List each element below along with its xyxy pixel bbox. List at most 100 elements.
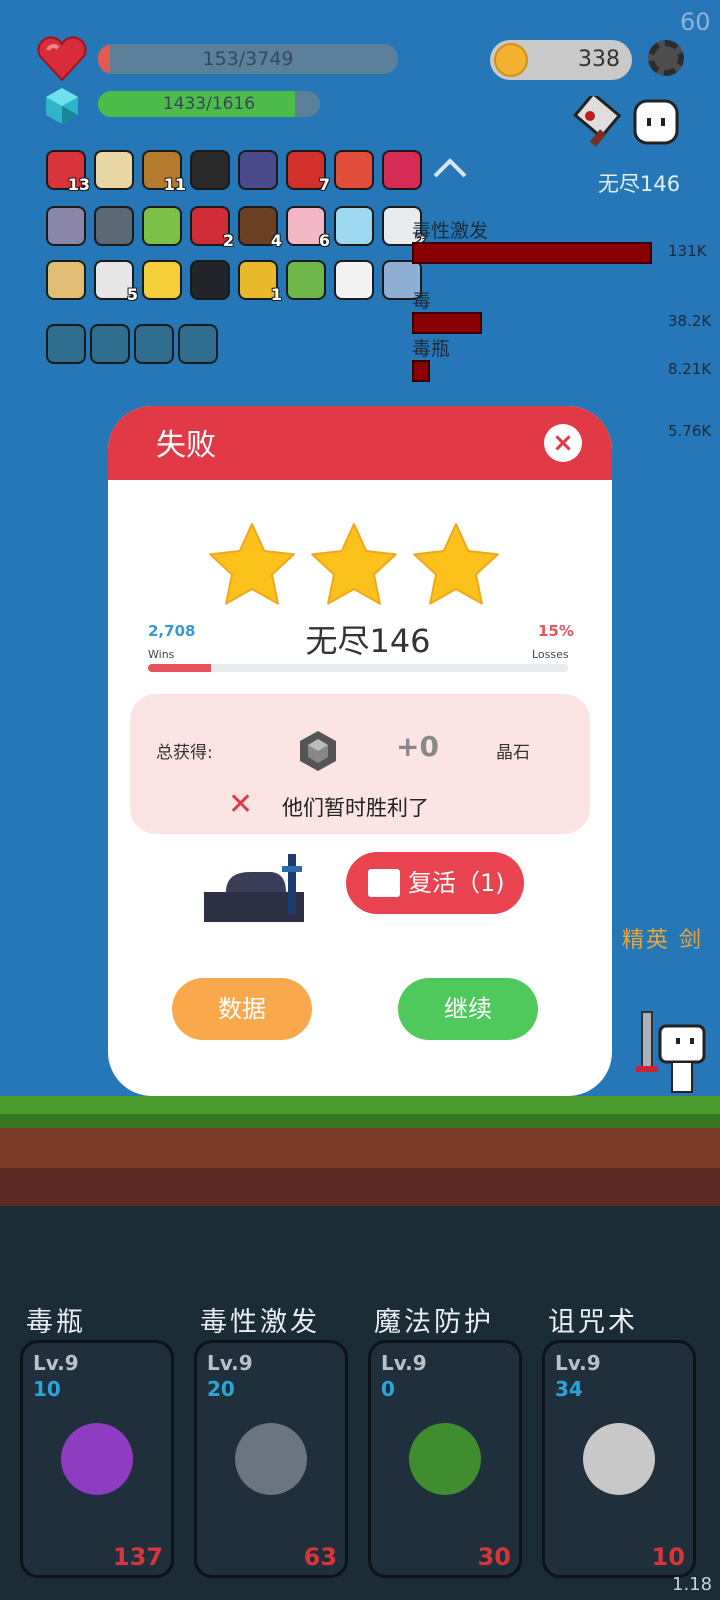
item-count: 5 — [126, 285, 138, 304]
coin-amount: 338 — [578, 47, 620, 72]
envelope-icon[interactable]: 5 — [94, 260, 138, 304]
damage-value: 8.21K — [668, 360, 712, 378]
win-loss-progress — [148, 664, 568, 672]
damage-label: 毒性激发 — [412, 220, 489, 242]
bloody-cleaver-icon — [573, 96, 622, 147]
apple-icon[interactable]: 7 — [286, 150, 330, 194]
horned-skull-icon — [235, 1423, 307, 1495]
portal-icon[interactable] — [178, 324, 218, 364]
reward-panel: 总获得: +0 晶石 ✕ 他们暂时胜利了 — [130, 694, 590, 834]
hp-text: 153/3749 — [202, 48, 294, 70]
damage-value: 5.76K — [668, 422, 712, 440]
damage-label: 毒瓶 — [412, 338, 451, 360]
ruby-icon[interactable] — [382, 150, 422, 190]
defeat-dialog: 失败 × 2,708 Wins 无尽146 15% Losses 总获得: +0… — [108, 406, 612, 1096]
coin-icon — [494, 43, 528, 77]
item-count: 6 — [318, 231, 330, 250]
skill-card[interactable]: Lv.9 20 63 — [194, 1340, 348, 1578]
cauldron-icon[interactable] — [190, 150, 230, 190]
watermelon-icon[interactable]: 13 — [46, 150, 90, 194]
continue-button[interactable]: 继续 — [398, 978, 538, 1040]
skill-title: 毒瓶 — [26, 1307, 86, 1338]
reward-label: 总获得: — [156, 743, 213, 763]
ghost-icon — [633, 99, 679, 145]
potion-flask-icon[interactable] — [334, 206, 374, 246]
scroll-icon[interactable] — [46, 260, 86, 300]
skill-title: 毒性激发 — [200, 1307, 320, 1338]
portal-icon[interactable] — [90, 324, 130, 364]
portal-icon[interactable] — [46, 324, 86, 364]
damage-value: 38.2K — [668, 312, 712, 330]
cheese-icon[interactable] — [142, 260, 182, 300]
result-message: 他们暂时胜利了 — [282, 796, 429, 820]
skull-icon — [583, 1423, 655, 1495]
item-count: 2 — [222, 231, 234, 250]
star-icon — [311, 523, 397, 605]
damage-label: 毒 — [412, 290, 432, 312]
skill-card[interactable]: Lv.9 0 30 — [368, 1340, 522, 1578]
crystal-icon — [46, 88, 78, 124]
skill-title: 诅咒术 — [548, 1307, 638, 1338]
heart-icon — [37, 36, 87, 82]
enemy-knight — [636, 1011, 706, 1093]
damage-bar — [412, 242, 652, 264]
green-card-icon[interactable] — [286, 260, 326, 300]
skill-value: 0 — [381, 1377, 395, 1401]
lime-icon[interactable] — [142, 206, 182, 246]
stage-name: 无尽146 — [305, 622, 431, 660]
reward-amount: +0 — [396, 730, 439, 763]
tombstone-sword-icon — [204, 854, 304, 922]
mushroom-icon[interactable] — [334, 150, 374, 190]
stage-label: 无尽146 — [598, 172, 681, 196]
damage-value: 131K — [668, 242, 707, 260]
hp-bar: 153/3749 — [98, 44, 398, 74]
mortar-icon[interactable] — [94, 206, 134, 246]
skill-level: Lv.9 — [555, 1351, 601, 1375]
playing-cards-icon[interactable] — [334, 260, 374, 300]
skill-card[interactable]: Lv.9 10 137 — [20, 1340, 174, 1578]
skill-cost: 63 — [303, 1543, 337, 1571]
wins-label: Wins — [148, 648, 175, 661]
portal-icon[interactable] — [134, 324, 174, 364]
video-icon — [368, 869, 400, 897]
close-button[interactable]: × — [544, 424, 582, 462]
chevron-up-icon[interactable] — [432, 156, 468, 180]
item-count: 1 — [270, 285, 282, 304]
coconut-icon[interactable]: 4 — [238, 206, 282, 250]
hood-icon[interactable] — [190, 260, 230, 300]
ice-cream-icon[interactable]: 6 — [286, 206, 330, 250]
skill-value: 34 — [555, 1377, 583, 1401]
skill-level: Lv.9 — [207, 1351, 253, 1375]
revive-label: 复活（1) — [408, 869, 505, 897]
wins-value: 2,708 — [148, 622, 196, 640]
strawberry-icon[interactable]: 2 — [190, 206, 234, 250]
item-count: 11 — [163, 175, 186, 194]
revive-button[interactable]: 复活（1) — [346, 852, 524, 914]
poison-bottle-icon — [61, 1423, 133, 1495]
losses-label: Losses — [532, 648, 569, 661]
skill-cost: 10 — [651, 1543, 685, 1571]
skill-card[interactable]: Lv.9 34 10 — [542, 1340, 696, 1578]
settings-gear-icon[interactable] — [648, 40, 684, 76]
book-icon[interactable]: 11 — [142, 150, 186, 194]
golden-egg-icon[interactable]: 1 — [238, 260, 282, 304]
skill-cost: 137 — [112, 1543, 163, 1571]
stats-button[interactable]: 数据 — [172, 978, 312, 1040]
damage-bar — [412, 312, 482, 334]
item-count: 7 — [318, 175, 330, 194]
enemy-name: 精英 剑 — [622, 928, 703, 953]
dialog-title: 失败 — [156, 428, 216, 463]
skill-value: 20 — [207, 1377, 235, 1401]
leaf-icon — [409, 1423, 481, 1495]
item-count: 4 — [270, 231, 282, 250]
skill-value: 10 — [33, 1377, 61, 1401]
skill-title: 魔法防护 — [374, 1307, 494, 1338]
wizard-hat-icon[interactable] — [238, 150, 278, 190]
unicorn-icon[interactable] — [46, 206, 86, 246]
skill-level: Lv.9 — [33, 1351, 79, 1375]
treasure-map-icon[interactable] — [94, 150, 134, 190]
version-label: 1.18 — [672, 1574, 713, 1595]
damage-bar — [412, 360, 430, 382]
reward-unit: 晶石 — [496, 743, 530, 763]
star-icon — [413, 523, 499, 605]
